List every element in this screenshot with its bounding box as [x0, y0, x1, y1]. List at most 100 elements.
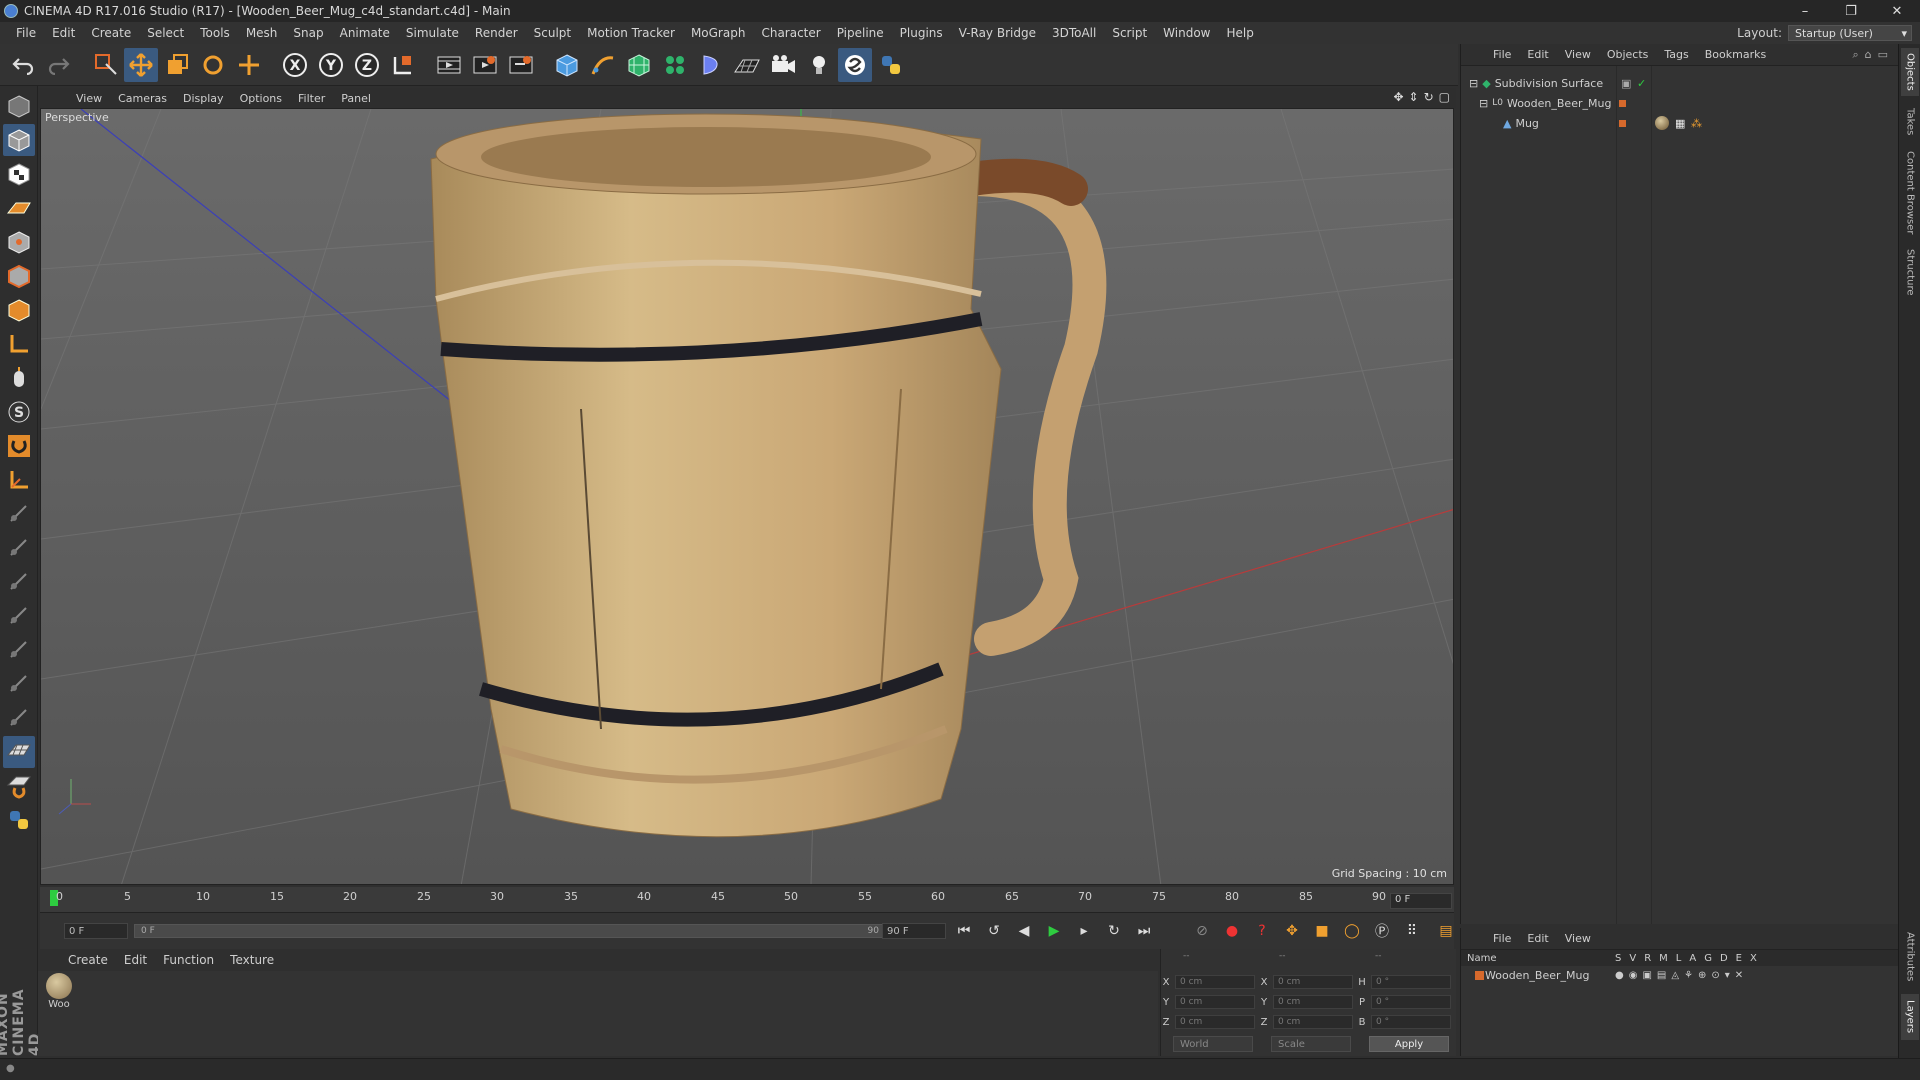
go-to-start-icon[interactable]: ⏮ [952, 919, 976, 943]
menu-window[interactable]: Window [1155, 26, 1218, 40]
size-mode-dropdown[interactable]: Scale [1271, 1036, 1351, 1052]
material-swatch[interactable]: Woo [44, 973, 74, 1010]
workplane-icon[interactable] [3, 192, 35, 224]
menu-animate[interactable]: Animate [332, 26, 398, 40]
viewport-menu-cameras[interactable]: Cameras [110, 92, 175, 105]
menu-vray-bridge[interactable]: V-Ray Bridge [951, 26, 1044, 40]
object-row-mug[interactable]: ▲ Mug ▦ ⁂ [1461, 114, 1899, 132]
close-button[interactable]: ✕ [1874, 0, 1920, 22]
timeline-window-icon[interactable]: ▤ [1434, 919, 1458, 943]
preview-range-slider[interactable]: 0 F 90 F [134, 924, 894, 938]
layer-row[interactable]: Wooden_Beer_Mug ●◉▣▤◬⚘⊕⊙▾✕ [1461, 966, 1898, 984]
points-mode-icon[interactable] [3, 226, 35, 258]
tab-content-browser[interactable]: Content Browser [1901, 148, 1919, 238]
rotation-b-field[interactable]: 0 ° [1371, 1015, 1451, 1029]
next-key-icon[interactable]: ↻ [1102, 919, 1126, 943]
enabled-check-icon[interactable]: ✓ [1637, 77, 1646, 90]
go-to-end-icon[interactable]: ⏭ [1132, 919, 1156, 943]
subdivision-icon[interactable] [622, 48, 656, 82]
deformer-icon[interactable] [694, 48, 728, 82]
tab-objects[interactable]: Objects [1901, 48, 1919, 96]
orbit-icon[interactable]: ↻ [1424, 90, 1434, 104]
menu-plugins[interactable]: Plugins [892, 26, 951, 40]
autokey-icon[interactable]: ● [1220, 919, 1244, 943]
object-menu-bookmarks[interactable]: Bookmarks [1697, 48, 1774, 61]
live-select-icon[interactable] [88, 48, 122, 82]
object-menu-objects[interactable]: Objects [1599, 48, 1657, 61]
floor-icon[interactable] [730, 48, 764, 82]
menu-pipeline[interactable]: Pipeline [829, 26, 892, 40]
menu-select[interactable]: Select [139, 26, 192, 40]
current-frame-field[interactable]: 0 F [1390, 893, 1452, 909]
cube-icon[interactable] [550, 48, 584, 82]
previous-frame-icon[interactable]: ◀ [1012, 919, 1036, 943]
viewport-menu-panel[interactable]: Panel [333, 92, 379, 105]
key-parameter-icon[interactable]: Ⓟ [1370, 919, 1394, 943]
script-icon[interactable] [838, 47, 872, 82]
layer-color-swatch[interactable] [1475, 970, 1484, 980]
viewport-menu-filter[interactable]: Filter [290, 92, 333, 105]
tab-layers[interactable]: Layers [1901, 994, 1919, 1040]
position-z-field[interactable]: 0 cm [1175, 1015, 1255, 1029]
viewport-menu-view[interactable]: View [68, 92, 110, 105]
tweak-mode-icon[interactable] [3, 362, 35, 394]
home-icon[interactable]: ⌂ [1865, 48, 1872, 62]
snap-icon[interactable]: S [3, 396, 35, 428]
layer-menu-file[interactable]: File [1485, 932, 1519, 945]
coordinate-system-dropdown[interactable]: World [1173, 1036, 1253, 1052]
layer-checkbox-icon[interactable]: ▣ [1621, 77, 1631, 90]
3d-viewport[interactable]: Perspective Grid Spacing : 10 cm [40, 108, 1454, 885]
play-icon[interactable]: ▶ [1042, 919, 1066, 943]
position-y-field[interactable]: 0 cm [1175, 995, 1255, 1009]
object-mode-icon[interactable] [2, 124, 35, 156]
menu-create[interactable]: Create [83, 26, 139, 40]
texture-mode-icon[interactable] [3, 158, 35, 190]
menu-snap[interactable]: Snap [285, 26, 331, 40]
viewport-menu-display[interactable]: Display [175, 92, 232, 105]
cloner-icon[interactable] [658, 48, 692, 82]
scale-icon[interactable] [160, 48, 194, 82]
axis-mode-icon[interactable] [3, 328, 35, 360]
object-menu-view[interactable]: View [1557, 48, 1599, 61]
key-position-icon[interactable]: ✥ [1280, 919, 1304, 943]
sculpt-brush-icon-4[interactable] [3, 600, 35, 632]
rotate-icon[interactable] [196, 48, 230, 82]
menu-simulate[interactable]: Simulate [398, 26, 467, 40]
tab-structure[interactable]: Structure [1901, 244, 1919, 300]
menu-motion-tracker[interactable]: Motion Tracker [579, 26, 683, 40]
object-menu-file[interactable]: File [1485, 48, 1519, 61]
layer-menu-edit[interactable]: Edit [1519, 932, 1556, 945]
search-icon[interactable]: ⌕ [1852, 48, 1858, 62]
menu-edit[interactable]: Edit [44, 26, 83, 40]
menu-mograph[interactable]: MoGraph [683, 26, 754, 40]
keyframe-selection-icon[interactable]: ? [1250, 919, 1274, 943]
y-axis-icon[interactable]: Y [314, 48, 348, 82]
sculpt-brush-icon-1[interactable] [3, 498, 35, 530]
rotation-p-field[interactable]: 0 ° [1371, 995, 1451, 1009]
python-icon[interactable] [874, 48, 908, 82]
previous-key-icon[interactable]: ↺ [982, 919, 1006, 943]
menu-render[interactable]: Render [467, 26, 526, 40]
end-frame-field[interactable]: 90 F [882, 923, 946, 939]
collapse-icon[interactable]: ⊟ [1469, 77, 1478, 90]
sculpt-brush-icon-2[interactable] [3, 532, 35, 564]
menu-script[interactable]: Script [1104, 26, 1155, 40]
new-window-icon[interactable]: ▭ [1878, 48, 1888, 62]
pan-icon[interactable]: ✥ [1393, 90, 1403, 104]
menu-help[interactable]: Help [1218, 26, 1261, 40]
x-axis-icon[interactable]: X [278, 48, 312, 82]
tab-takes[interactable]: Takes [1901, 102, 1919, 142]
object-row-subdivision-surface[interactable]: ⊟ ◆ Subdivision Surface ▣ ✓ [1461, 74, 1899, 92]
menu-character[interactable]: Character [753, 26, 828, 40]
layer-menu-view[interactable]: View [1557, 932, 1599, 945]
size-y-field[interactable]: 0 cm [1273, 995, 1353, 1009]
redo-icon[interactable] [42, 48, 76, 82]
layer-toggle-icons[interactable]: ●◉▣▤◬⚘⊕⊙▾✕ [1615, 970, 1748, 981]
grid-magnet-icon[interactable] [3, 770, 35, 802]
key-rotation-icon[interactable]: ◯ [1340, 919, 1364, 943]
object-menu-tags[interactable]: Tags [1656, 48, 1696, 61]
sculpt-brush-icon-6[interactable] [3, 668, 35, 700]
tab-attributes[interactable]: Attributes [1901, 924, 1919, 990]
viewport-camera-label[interactable]: Perspective [45, 111, 109, 124]
menu-sculpt[interactable]: Sculpt [526, 26, 579, 40]
